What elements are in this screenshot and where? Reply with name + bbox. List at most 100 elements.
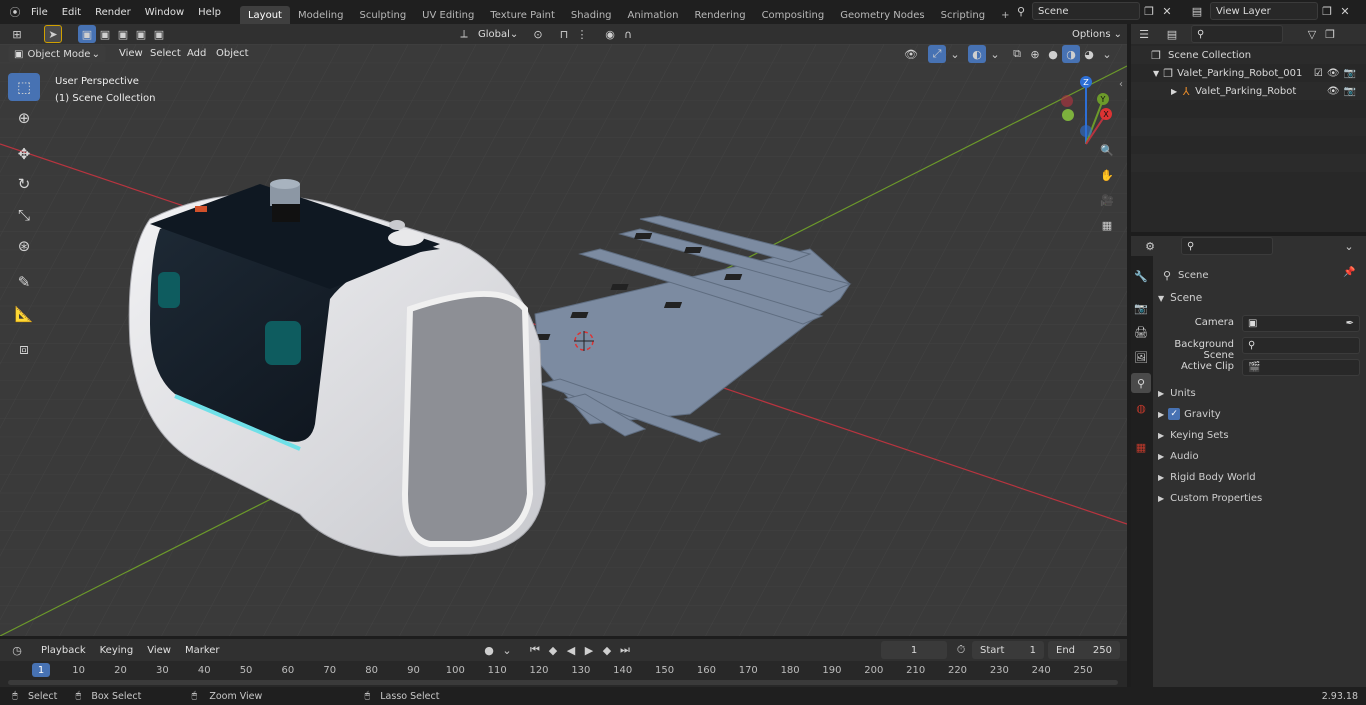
tab-uv-editing[interactable]: UV Editing: [414, 6, 482, 24]
play-icon[interactable]: ▶: [580, 641, 598, 659]
end-frame-field[interactable]: End 250: [1048, 641, 1120, 659]
tab-animation[interactable]: Animation: [620, 6, 687, 24]
scene-properties-tab-icon[interactable]: ⚲: [1131, 373, 1151, 393]
rendered-shading-icon[interactable]: ◕: [1080, 45, 1098, 63]
delete-scene-icon[interactable]: ✕: [1158, 2, 1176, 20]
units-panel-header[interactable]: ▶ Units: [1158, 388, 1196, 399]
timeline-ruler[interactable]: 1 10 20 30 40 50 60 70 80 90 100 110 120 130 140 150 160…: [0, 661, 1127, 687]
jump-start-icon[interactable]: ⏮: [526, 641, 544, 659]
outliner-root-row[interactable]: ❐ Scene Collection: [1131, 46, 1366, 64]
perspective-toggle-icon[interactable]: ▦: [1098, 216, 1116, 234]
visibility-icon[interactable]: 👁: [902, 45, 920, 63]
eyedropper-icon[interactable]: ✒: [1346, 318, 1354, 329]
move-tool-icon[interactable]: ✥: [8, 140, 40, 168]
camera-render-icon[interactable]: 📷: [1344, 86, 1356, 97]
tab-scripting[interactable]: Scripting: [933, 6, 993, 24]
start-frame-field[interactable]: Start 1: [972, 641, 1044, 659]
menu-help[interactable]: Help: [191, 7, 228, 18]
chevron-down-icon[interactable]: ⌄: [1098, 45, 1116, 63]
filter-icon[interactable]: ▽: [1303, 25, 1321, 43]
gravity-checkbox[interactable]: ✓: [1168, 408, 1181, 420]
view-layer-field[interactable]: View Layer: [1210, 2, 1318, 20]
cursor-tool-icon[interactable]: ⊕: [8, 104, 40, 132]
editor-type-icon[interactable]: ⊞: [8, 25, 26, 43]
chevron-down-icon[interactable]: ⌄: [986, 45, 1004, 63]
menu-edit[interactable]: Edit: [55, 7, 88, 18]
scene-name-field[interactable]: Scene: [1032, 2, 1140, 20]
output-properties-tab-icon[interactable]: 🖨: [1131, 322, 1151, 342]
properties-editor-icon[interactable]: ⚙: [1141, 237, 1159, 255]
new-scene-icon[interactable]: ❐: [1140, 2, 1158, 20]
scene-section-header[interactable]: ▼ Scene: [1158, 292, 1202, 304]
new-collection-icon[interactable]: ❐: [1321, 25, 1339, 43]
select-intersect-icon[interactable]: ▣: [150, 25, 168, 43]
new-view-layer-icon[interactable]: ❐: [1318, 2, 1336, 20]
world-properties-tab-icon[interactable]: ◍: [1131, 398, 1151, 418]
tab-rendering[interactable]: Rendering: [686, 6, 753, 24]
camera-view-icon[interactable]: 🎥: [1098, 191, 1116, 209]
pin-icon[interactable]: 📌: [1343, 267, 1355, 278]
select-new-icon[interactable]: ▣: [78, 25, 96, 43]
xray-toggle-icon[interactable]: ⧉: [1008, 45, 1026, 63]
active-clip-field[interactable]: 🎬: [1242, 359, 1360, 376]
measure-tool-icon[interactable]: 📐: [8, 300, 40, 328]
jump-end-icon[interactable]: ⏭: [616, 641, 634, 659]
tab-compositing[interactable]: Compositing: [754, 6, 833, 24]
texture-properties-tab-icon[interactable]: ▦: [1131, 437, 1151, 457]
select-subtract-icon[interactable]: ▣: [114, 25, 132, 43]
outliner-search-input[interactable]: ⚲: [1191, 25, 1283, 43]
menu-file[interactable]: File: [24, 7, 55, 18]
material-shading-icon[interactable]: ◑: [1062, 45, 1080, 63]
keying-sets-panel-header[interactable]: ▶ Keying Sets: [1158, 430, 1229, 441]
object-mode-dropdown[interactable]: ▣ Object Mode ⌄: [8, 45, 106, 63]
tool-properties-tab-icon[interactable]: 🔧: [1131, 266, 1151, 286]
tab-modeling[interactable]: Modeling: [290, 6, 352, 24]
render-properties-tab-icon[interactable]: 📷: [1131, 298, 1151, 318]
annotate-tool-icon[interactable]: ✎: [8, 268, 40, 296]
eye-icon[interactable]: 👁: [1327, 86, 1340, 97]
solid-shading-icon[interactable]: ●: [1044, 45, 1062, 63]
proportional-edit-icon[interactable]: ◉: [601, 25, 619, 43]
select-extend-icon[interactable]: ▣: [96, 25, 114, 43]
play-reverse-icon[interactable]: ◀: [562, 641, 580, 659]
record-icon[interactable]: ●: [480, 641, 498, 659]
menu-window[interactable]: Window: [138, 7, 191, 18]
next-keyframe-icon[interactable]: ◆: [598, 641, 616, 659]
3d-viewport[interactable]: Z Y X ▣ Object Mode ⌄ View Select Add Ob…: [0, 44, 1127, 636]
menu-render[interactable]: Render: [88, 7, 138, 18]
options-dropdown[interactable]: Options ⌄: [1070, 25, 1124, 43]
prev-keyframe-icon[interactable]: ◆: [544, 641, 562, 659]
current-frame-field[interactable]: 1: [881, 641, 947, 659]
overlay-toggle-icon[interactable]: ◐: [968, 45, 986, 63]
select-box-tool-icon[interactable]: ⬚: [8, 73, 40, 101]
snap-toggle-icon[interactable]: ⊓: [555, 25, 573, 43]
display-mode-icon[interactable]: ▤: [1163, 25, 1181, 43]
pan-hand-icon[interactable]: ✋: [1098, 166, 1116, 184]
tab-texture-paint[interactable]: Texture Paint: [482, 6, 563, 24]
rotate-tool-icon[interactable]: ↻: [8, 170, 40, 198]
rigid-body-world-panel-header[interactable]: ▶ Rigid Body World: [1158, 472, 1256, 483]
outliner-item[interactable]: ▶ ⅄ Valet_Parking_Robot 👁 📷: [1131, 82, 1366, 100]
camera-render-icon[interactable]: 📷: [1344, 68, 1356, 79]
scene-icon[interactable]: ⚲: [1012, 2, 1030, 20]
timeline-editor-icon[interactable]: ◷: [8, 641, 26, 659]
view-layer-icon[interactable]: ▤: [1188, 2, 1206, 20]
custom-properties-panel-header[interactable]: ▶ Custom Properties: [1158, 493, 1262, 504]
tab-geometry-nodes[interactable]: Geometry Nodes: [832, 6, 932, 24]
tab-sculpting[interactable]: Sculpting: [351, 6, 414, 24]
audio-panel-header[interactable]: ▶ Audio: [1158, 451, 1199, 462]
camera-field[interactable]: ▣ ✒: [1242, 315, 1360, 332]
timeline-menu-marker[interactable]: Marker: [178, 645, 227, 656]
chevron-down-icon[interactable]: ⌄: [498, 641, 516, 659]
tab-shading[interactable]: Shading: [563, 6, 620, 24]
transform-tool-icon[interactable]: ⊛: [8, 232, 40, 260]
chevron-down-icon[interactable]: ⌄: [946, 45, 964, 63]
timeline-menu-playback[interactable]: Playback: [34, 645, 93, 656]
timeline-menu-keying[interactable]: Keying: [93, 645, 141, 656]
eye-icon[interactable]: 👁: [1327, 68, 1340, 79]
view-layer-tab-icon[interactable]: 🖼: [1131, 347, 1151, 367]
select-tool-icon[interactable]: ➤: [44, 25, 62, 43]
outliner-item[interactable]: ▼ ❐ Valet_Parking_Robot_001 ☑ 👁 📷: [1131, 64, 1366, 82]
tab-layout[interactable]: Layout: [239, 6, 290, 24]
timeline-menu-view[interactable]: View: [140, 645, 178, 656]
